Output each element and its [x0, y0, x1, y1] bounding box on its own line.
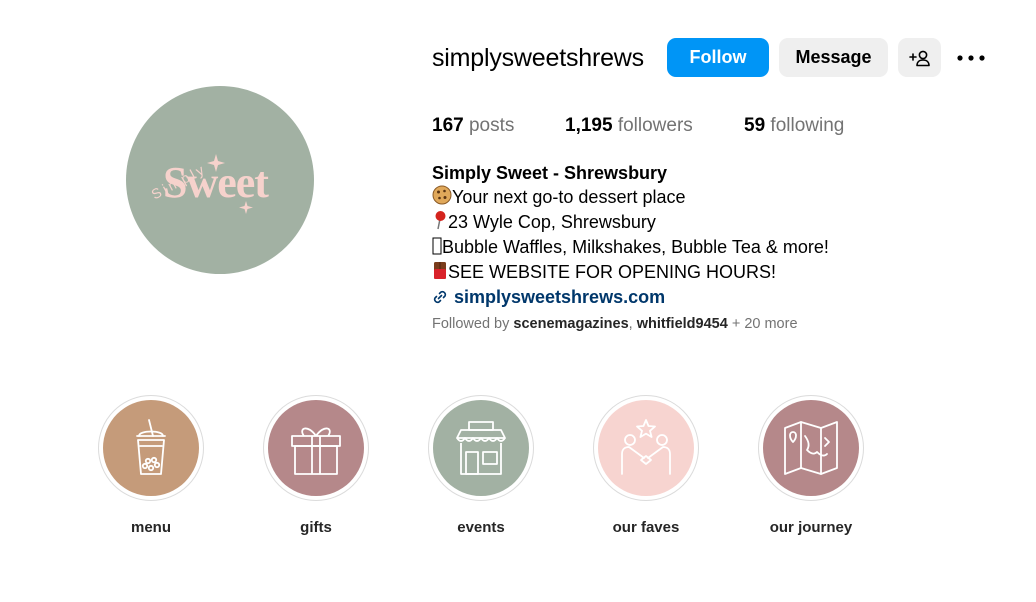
followed-by-separator: , — [628, 316, 633, 332]
bio-line-dessert: Your next go-to dessert place — [432, 185, 872, 211]
bio-line-hours: SEE WEBSITE FOR OPENING HOURS! — [432, 260, 872, 286]
highlight-label: menu — [130, 519, 171, 536]
profile-bio: Simply Sweet - Shrewsbury Your next go-t… — [432, 162, 872, 309]
website-link-text: simplysweetshrews.com — [454, 286, 666, 307]
highlight-label: our faves — [612, 519, 680, 536]
highlight-menu[interactable]: menu — [97, 395, 205, 536]
posts-label: posts — [468, 115, 515, 136]
link-icon — [433, 291, 447, 304]
following-label: following — [770, 115, 845, 136]
highlight-cover — [433, 400, 529, 496]
cookie-icon — [432, 185, 452, 211]
missing-glyph-icon — [432, 237, 442, 261]
highlight-ring — [428, 395, 534, 501]
bio-line-2: 23 Wyle Cop, Shrewsbury — [448, 212, 656, 233]
following-count: 59 — [744, 115, 766, 136]
profile-display-name: Simply Sweet - Shrewsbury — [432, 163, 668, 183]
followers-label: followers — [617, 115, 693, 136]
follower-user-2[interactable]: whitfield9454 — [637, 316, 728, 332]
follower-user-1[interactable]: scenemagazines — [513, 316, 628, 332]
bio-line-menu: Bubble Waffles, Milkshakes, Bubble Tea &… — [432, 236, 872, 261]
highlight-events[interactable]: events — [427, 395, 535, 536]
highlight-ring — [758, 395, 864, 501]
followed-by-more: + 20 more — [731, 316, 798, 332]
bio-line-4: SEE WEBSITE FOR OPENING HOURS! — [448, 262, 777, 283]
highlight-cover — [103, 400, 199, 496]
highlight-ring — [593, 395, 699, 501]
highlight-label: our journey — [769, 519, 853, 536]
following-stat[interactable]: 59 following — [744, 114, 844, 138]
profile-avatar[interactable]: Simply Sweet — [126, 86, 314, 274]
bio-website-link[interactable]: simplysweetshrews.com — [432, 286, 872, 309]
add-person-icon — [908, 50, 930, 66]
highlight-label: gifts — [300, 519, 332, 536]
bubble-tea-icon — [136, 419, 166, 475]
bio-line-1: Your next go-to dessert place — [452, 186, 686, 207]
more-options-button[interactable] — [952, 38, 990, 77]
posts-count: 167 — [432, 115, 464, 136]
followed-by[interactable]: Followed by scenemagazines, whitfield945… — [432, 316, 798, 332]
follow-button[interactable]: Follow — [667, 38, 769, 77]
highlight-cover — [598, 400, 694, 496]
bio-line-3: Bubble Waffles, Milkshakes, Bubble Tea &… — [442, 236, 829, 257]
highlight-cover — [763, 400, 859, 496]
followed-by-prefix: Followed by — [432, 316, 510, 332]
handshake-star-icon — [621, 419, 671, 475]
followers-count: 1,195 — [565, 115, 613, 136]
bio-line-address: 23 Wyle Cop, Shrewsbury — [432, 210, 872, 236]
highlight-our-journey[interactable]: our journey — [757, 395, 865, 536]
more-horizontal-icon — [957, 54, 985, 61]
followers-stat[interactable]: 1,195 followers — [565, 114, 693, 138]
highlight-gifts[interactable]: gifts — [262, 395, 370, 536]
highlight-ring — [263, 395, 369, 501]
highlight-our-faves[interactable]: our faves — [592, 395, 700, 536]
posts-stat: 167 posts — [432, 114, 514, 138]
gift-icon — [291, 427, 341, 475]
map-icon — [784, 421, 838, 475]
highlight-cover — [268, 400, 364, 496]
shop-icon — [456, 421, 506, 475]
add-user-button[interactable] — [898, 38, 941, 77]
pushpin-icon — [432, 210, 448, 236]
profile-username: simplysweetshrews — [432, 44, 644, 72]
message-button[interactable]: Message — [779, 38, 888, 77]
simply-sweet-logo: Simply Sweet — [149, 154, 270, 214]
chocolate-bar-icon — [432, 260, 448, 286]
highlight-ring — [98, 395, 204, 501]
highlight-label: events — [457, 519, 505, 536]
